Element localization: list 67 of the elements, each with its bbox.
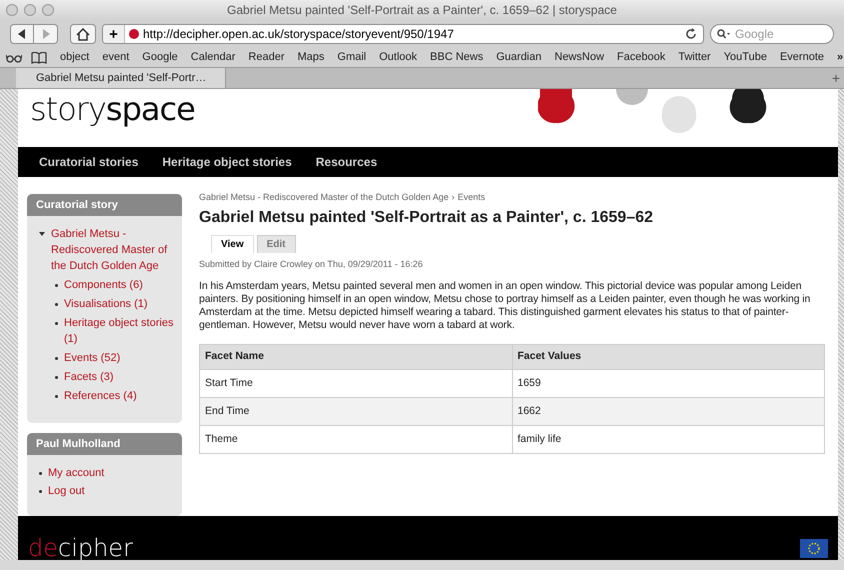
breadcrumb-link[interactable]: Events <box>458 191 486 204</box>
forward-arrow-icon <box>42 29 50 39</box>
bookmark-link[interactable]: YouTube <box>724 49 767 66</box>
bookmark-link[interactable]: Evernote <box>780 49 824 66</box>
column-header: Facet Values <box>512 344 824 370</box>
bookmark-link[interactable]: Calendar <box>190 49 236 66</box>
bookmark-link[interactable]: Guardian <box>496 49 542 66</box>
bookmark-link[interactable]: Maps <box>297 49 324 66</box>
page-tab[interactable]: View <box>211 234 254 252</box>
bullet-icon <box>55 357 58 360</box>
bullet-icon <box>55 395 58 398</box>
table-cell: Theme <box>200 426 512 454</box>
nav-link[interactable]: Heritage object stories <box>162 153 292 171</box>
column-header: Facet Name <box>200 344 512 370</box>
browser-tab[interactable]: Gabriel Metsu painted 'Self-Portr… <box>16 68 226 88</box>
bookmark-link[interactable]: Reader <box>248 49 284 66</box>
bookmark-link[interactable]: Gmail <box>337 49 366 66</box>
book-icon[interactable] <box>31 52 47 64</box>
sidebar-link[interactable]: My account <box>48 465 104 482</box>
bookmark-link[interactable]: event <box>102 49 130 66</box>
site-logo[interactable]: storyspace <box>30 89 195 129</box>
footer-logo[interactable]: decipher <box>28 536 133 560</box>
bookmark-link[interactable]: object <box>60 49 90 66</box>
back-arrow-icon <box>18 29 26 39</box>
bullet-icon <box>39 472 42 476</box>
nav-link[interactable]: Resources <box>316 153 378 171</box>
bullet-icon <box>39 490 42 494</box>
back-button[interactable] <box>10 24 34 44</box>
bookmark-link[interactable]: Facebook <box>617 49 666 66</box>
sidebar-link[interactable]: Visualisations (1) <box>64 296 148 312</box>
bullet-icon <box>55 322 58 325</box>
sidebar-link[interactable]: Gabriel Metsu - Rediscovered Master of the Dutch Golden Age <box>51 226 176 274</box>
sidebar-link[interactable]: Heritage object stories (1) <box>64 315 176 347</box>
sidebar-link[interactable]: Events (52) <box>64 350 120 366</box>
body-text: In his Amsterdam years, Metsu painted several men and women in an open window. This pictorial device was popular among Leiden painters. By positioning himself in an open window, Metsu chose to portray himself as a Leiden painter, even though he was working in Amsterdam at the time. Metsu depicted himself wearing a tabard. This distinguished garment elevates his status to that of painter-gentleman. However, Metsu would never have worn a tabard at work. <box>199 280 812 332</box>
window-title: Gabriel Metsu painted 'Self-Portrait as a Painter', c. 1659–62 | storyspace <box>227 2 617 19</box>
search-field[interactable]: Google <box>735 25 827 43</box>
sidebar-heading: Paul Mulholland <box>27 433 182 456</box>
submitted-info: Submitted by Claire Crowley on Thu, 09/29/2011 - 16:26 <box>199 258 424 271</box>
nav-link[interactable]: Curatorial stories <box>39 153 138 171</box>
bullet-icon <box>55 303 58 306</box>
table-cell: family life <box>512 426 824 454</box>
bullet-icon <box>55 376 58 379</box>
page-title: Gabriel Metsu painted 'Self-Portrait as a Painter', c. 1659–62 <box>199 208 654 228</box>
sidebar-link[interactable]: References (4) <box>64 388 137 404</box>
bullet-icon <box>55 284 58 287</box>
bookmark-link[interactable]: NewsNow <box>554 49 604 66</box>
new-tab-button[interactable]: + <box>832 68 840 88</box>
bookmark-link[interactable]: Google <box>142 49 178 66</box>
home-button[interactable] <box>70 24 96 44</box>
bookmark-link[interactable]: Outlook <box>379 49 418 66</box>
sidebar-heading: Curatorial story <box>27 194 182 216</box>
sidebar-link[interactable]: Components (6) <box>64 277 143 293</box>
bookmark-link[interactable]: Twitter <box>678 49 711 66</box>
sidebar-link[interactable]: Log out <box>48 483 85 500</box>
home-icon <box>76 28 90 40</box>
flag-icon <box>800 539 828 558</box>
sidebar-link[interactable]: Facets (3) <box>64 369 114 385</box>
glasses-icon[interactable] <box>6 52 22 62</box>
search-field[interactable]: Google <box>710 24 834 44</box>
search-icon <box>717 29 731 39</box>
breadcrumb-link[interactable]: Gabriel Metsu - Rediscovered Master of the Dutch Golden Age <box>199 191 449 204</box>
expanded-triangle-icon <box>39 232 45 236</box>
page-tab[interactable]: Edit <box>256 234 296 252</box>
more-bookmarks-button[interactable]: » <box>837 49 844 66</box>
bookmark-link[interactable]: BBC News <box>430 49 484 66</box>
breadcrumb-separator: › <box>452 191 455 204</box>
